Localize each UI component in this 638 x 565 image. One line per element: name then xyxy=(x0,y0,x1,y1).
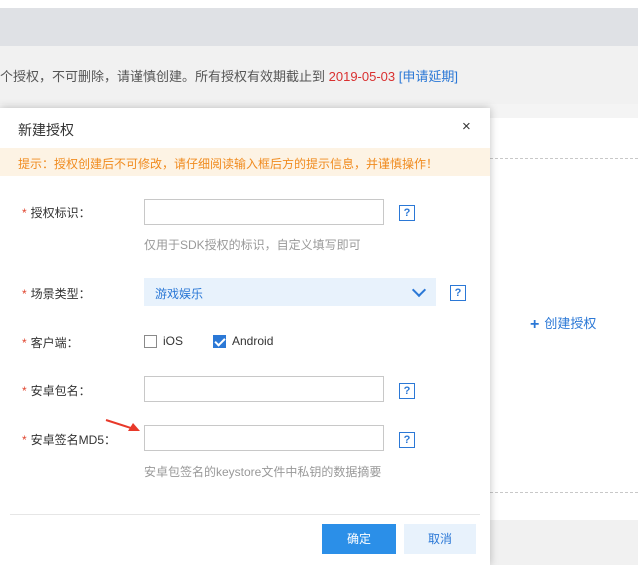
new-auth-dialog: 新建授权 × 提示：授权创建后不可修改，请仔细阅读输入框后方的提示信息，并谨慎操… xyxy=(0,108,490,565)
header-band xyxy=(0,8,638,46)
auth-id-hint: 仅用于SDK授权的标识，自定义填写即可 xyxy=(144,238,361,252)
signature-md5-input[interactable] xyxy=(144,425,384,451)
auth-id-input[interactable] xyxy=(144,199,384,225)
help-icon[interactable]: ? xyxy=(399,205,415,221)
required-mark: * xyxy=(22,384,27,398)
plus-icon: + xyxy=(530,316,540,333)
cancel-button[interactable]: 取消 xyxy=(404,524,476,554)
chevron-down-icon xyxy=(411,282,427,298)
required-mark: * xyxy=(22,287,27,301)
warning-tip-bar: 提示：授权创建后不可修改，请仔细阅读输入框后方的提示信息，并谨慎操作！ xyxy=(0,148,490,176)
close-icon[interactable]: × xyxy=(462,118,471,135)
help-icon[interactable]: ? xyxy=(399,432,415,448)
notice-expiry-date: 2019-05-03 xyxy=(328,69,396,84)
dashed-divider-top xyxy=(490,158,638,159)
android-label: Android xyxy=(232,334,274,348)
client-label: * 客户端： xyxy=(22,336,79,350)
ios-checkbox[interactable] xyxy=(144,335,157,348)
required-mark: * xyxy=(22,206,27,220)
dialog-footer-divider xyxy=(10,514,480,515)
dashed-divider-bottom xyxy=(490,492,638,493)
top-bar xyxy=(0,0,638,8)
scene-type-value: 游戏娱乐 xyxy=(155,287,204,301)
scene-type-select[interactable]: 游戏娱乐 xyxy=(144,278,436,306)
apply-extension-link[interactable]: [申请延期] xyxy=(399,69,458,84)
dialog-title: 新建授权 xyxy=(18,122,74,138)
notice-prefix: 个授权，不可删除，请谨慎创建。所有授权有效期截止到 xyxy=(0,69,326,84)
scene-type-label: * 场景类型： xyxy=(22,287,91,301)
package-name-label: * 安卓包名： xyxy=(22,384,91,398)
create-auth-button[interactable]: + 创建授权 xyxy=(530,313,596,333)
required-mark: * xyxy=(22,336,27,350)
signature-md5-label: * 安卓签名MD5： xyxy=(22,433,117,447)
warning-tip-text: 提示：授权创建后不可修改，请仔细阅读输入框后方的提示信息，并谨慎操作！ xyxy=(18,157,439,171)
background-panel xyxy=(482,118,638,565)
help-icon[interactable]: ? xyxy=(450,285,466,301)
create-auth-label: 创建授权 xyxy=(544,316,597,331)
auth-id-label: * 授权标识： xyxy=(22,206,91,220)
required-mark: * xyxy=(22,433,27,447)
notice-text: 个授权，不可删除，请谨慎创建。所有授权有效期截止到 2019-05-03 [申请… xyxy=(0,66,458,85)
background-footer xyxy=(490,520,638,565)
package-name-input[interactable] xyxy=(144,376,384,402)
signature-md5-hint: 安卓包签名的keystore文件中私钥的数据摘要 xyxy=(144,465,382,479)
annotation-arrow-icon xyxy=(105,419,140,431)
help-icon[interactable]: ? xyxy=(399,383,415,399)
confirm-button[interactable]: 确定 xyxy=(322,524,396,554)
ios-label: iOS xyxy=(163,334,184,348)
android-checkbox[interactable] xyxy=(213,335,226,348)
